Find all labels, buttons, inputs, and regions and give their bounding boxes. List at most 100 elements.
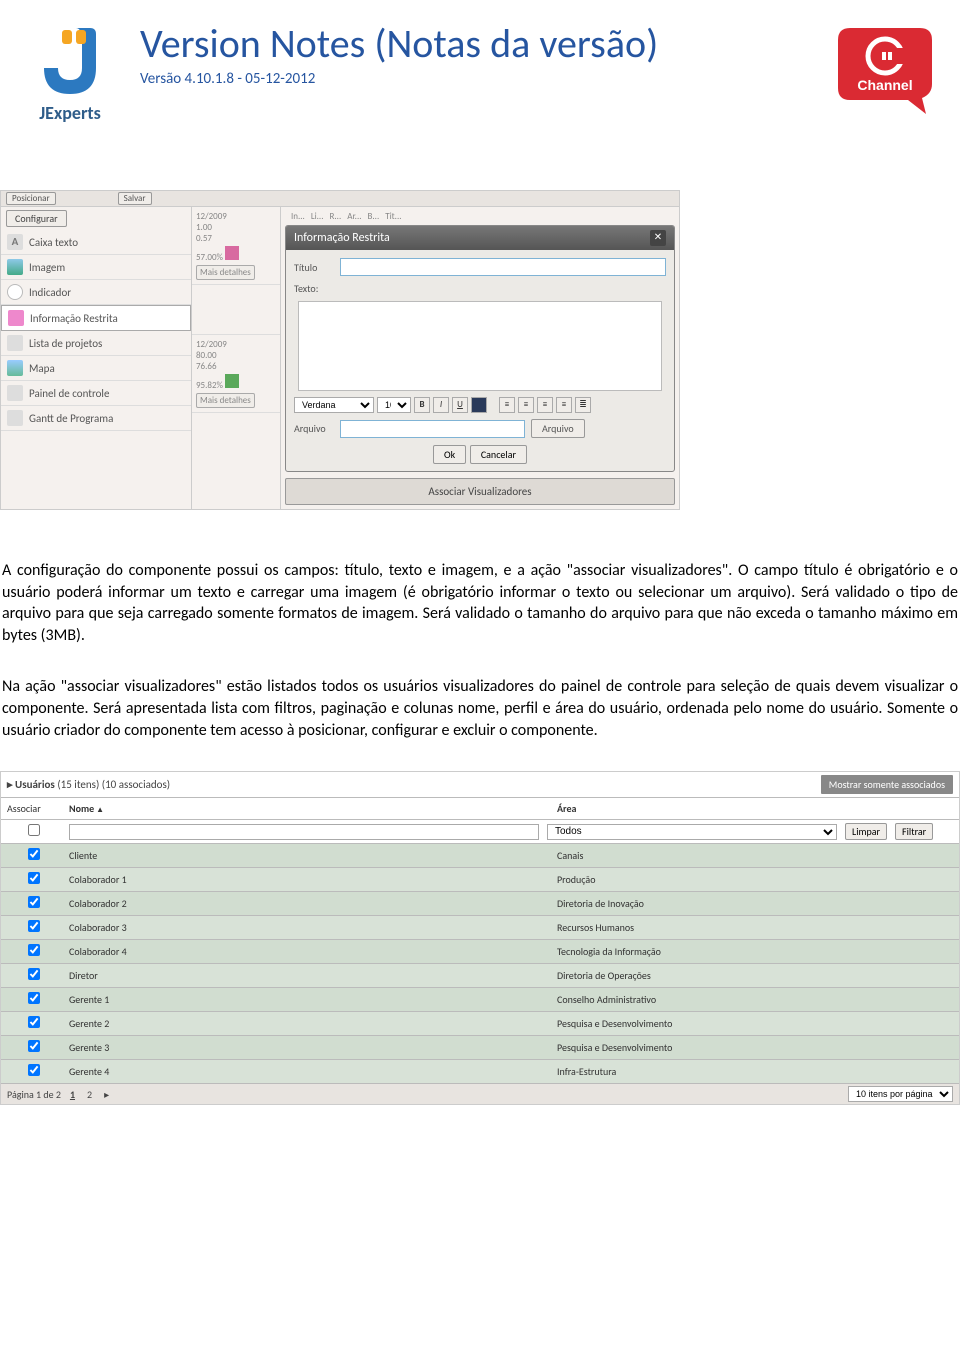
align-center-button[interactable]: ≡ [518, 397, 534, 413]
arquivo-input[interactable] [340, 420, 525, 438]
table-row: ClienteCanais [1, 844, 959, 868]
table-row: Colaborador 2 Diretoria de Inovação [1, 892, 959, 916]
sidebar-item-label: Imagem [29, 261, 65, 274]
tab[interactable]: Tit... [385, 211, 401, 225]
sidebar-item-indicador[interactable]: Indicador [1, 280, 191, 305]
filtrar-button[interactable]: Filtrar [895, 823, 933, 840]
date-value: 12/2009 [196, 339, 276, 350]
users-counts: (15 itens) (10 associados) [57, 778, 170, 791]
user-name: Colaborador 2 [69, 897, 549, 910]
font-select[interactable]: Verdana [294, 397, 374, 413]
sidebar-item-imagem[interactable]: Imagem [1, 255, 191, 280]
user-name: Colaborador 1 [69, 873, 549, 886]
assoc-checkbox[interactable] [28, 944, 40, 956]
user-area: Recursos Humanos [557, 921, 953, 934]
pagination-text: Página 1 de 2 [7, 1088, 61, 1101]
tab[interactable]: R... [329, 211, 341, 225]
metric-value: 1.00 [196, 222, 276, 233]
underline-button[interactable]: U [452, 397, 468, 413]
sidebar-item-informacao-restrita[interactable]: Informação Restrita [1, 305, 191, 331]
page-2-link[interactable]: 2 [84, 1088, 95, 1101]
sidebar-item-lista-projetos[interactable]: Lista de projetos [1, 331, 191, 356]
titulo-label: Título [294, 261, 340, 274]
assoc-checkbox[interactable] [28, 1064, 40, 1076]
color-button[interactable] [471, 397, 487, 413]
assoc-checkbox[interactable] [28, 872, 40, 884]
user-area: Produção [557, 873, 953, 886]
body-paragraph-1: A configuração do componente possui os c… [0, 560, 960, 646]
assoc-checkbox[interactable] [28, 1016, 40, 1028]
table-row: Gerente 1Conselho Administrativo [1, 988, 959, 1012]
list-button[interactable]: ≣ [575, 397, 591, 413]
show-associated-button[interactable]: Mostrar somente associados [821, 775, 953, 794]
next-page-icon[interactable]: ▸ [101, 1088, 112, 1101]
salvar-button[interactable]: Salvar [118, 192, 152, 205]
col-header-area[interactable]: Área [557, 802, 953, 815]
close-icon[interactable]: ✕ [650, 230, 666, 246]
size-select[interactable]: 10 [377, 397, 411, 413]
per-page-select[interactable]: 10 itens por página [848, 1086, 953, 1102]
assoc-checkbox[interactable] [28, 1040, 40, 1052]
align-right-button[interactable]: ≡ [537, 397, 553, 413]
name-filter-input[interactable] [69, 824, 539, 840]
user-area: Conselho Administrativo [557, 993, 953, 1006]
ok-button[interactable]: Ok [433, 445, 466, 464]
table-row: Gerente 2Pesquisa e Desenvolvimento [1, 1012, 959, 1036]
arquivo-label: Arquivo [294, 422, 340, 435]
details-button[interactable]: Mais detalhes [196, 265, 255, 280]
status-color [225, 246, 239, 260]
table-row: Colaborador 3Recursos Humanos [1, 916, 959, 940]
dialog-title: Informação Restrita [294, 231, 390, 245]
align-left-button[interactable]: ≡ [499, 397, 515, 413]
j-icon [28, 20, 112, 104]
channel-logo: Channel [830, 20, 940, 120]
user-name: Colaborador 4 [69, 945, 549, 958]
tab[interactable]: Li... [311, 211, 324, 225]
assoc-checkbox[interactable] [28, 968, 40, 980]
metric-value: 76.66 [196, 361, 276, 372]
assoc-checkbox[interactable] [28, 920, 40, 932]
text-icon: A [7, 234, 23, 250]
sidebar-item-gantt[interactable]: Gantt de Programa [1, 406, 191, 431]
dialog-tabs: In... Li... R... Ar... B... Tit... [285, 211, 675, 225]
posicionar-button[interactable]: Posicionar [6, 192, 56, 205]
sidebar-item-painel-controle[interactable]: Painel de controle [1, 381, 191, 406]
sidebar-item-label: Gantt de Programa [29, 412, 113, 425]
assoc-checkbox[interactable] [28, 896, 40, 908]
col-header-associar[interactable]: Associar [7, 802, 61, 815]
user-area: Pesquisa e Desenvolvimento [557, 1017, 953, 1030]
user-area: Diretoria de Inovação [557, 897, 953, 910]
configurar-button[interactable]: Configurar [6, 210, 67, 227]
sidebar-item-caixa-texto[interactable]: ACaixa texto [1, 230, 191, 255]
bold-button[interactable]: B [414, 397, 430, 413]
page-1-link[interactable]: 1 [67, 1088, 78, 1101]
sidebar-item-label: Informação Restrita [30, 312, 118, 325]
table-row: DiretorDiretoria de Operações [1, 964, 959, 988]
user-area: Canais [557, 849, 953, 862]
table-row: Colaborador 1 Produção [1, 868, 959, 892]
limpar-button[interactable]: Limpar [845, 823, 887, 840]
arquivo-button[interactable]: Arquivo [531, 419, 585, 438]
tab[interactable]: In... [291, 211, 305, 225]
indicator-icon [7, 284, 23, 300]
assoc-checkbox[interactable] [28, 848, 40, 860]
tab[interactable]: Ar... [347, 211, 361, 225]
sidebar-item-label: Lista de projetos [29, 337, 102, 350]
area-filter-select[interactable]: Todos [547, 824, 837, 840]
associar-visualizadores-button[interactable]: Associar Visualizadores [285, 478, 675, 505]
metric-value: 0.57 [196, 233, 276, 244]
sidebar-item-mapa[interactable]: Mapa [1, 356, 191, 381]
svg-text:Channel: Channel [857, 77, 912, 93]
align-justify-button[interactable]: ≡ [556, 397, 572, 413]
titulo-input[interactable] [340, 258, 666, 276]
sidebar-item-label: Indicador [29, 286, 71, 299]
texto-textarea[interactable] [298, 301, 662, 391]
italic-button[interactable]: I [433, 397, 449, 413]
sidebar-item-label: Mapa [29, 362, 55, 375]
cancelar-button[interactable]: Cancelar [470, 445, 527, 464]
tab[interactable]: B... [368, 211, 380, 225]
col-header-nome[interactable]: Nome [69, 802, 94, 815]
all-assoc-checkbox[interactable] [28, 824, 40, 836]
details-button[interactable]: Mais detalhes [196, 393, 255, 408]
assoc-checkbox[interactable] [28, 992, 40, 1004]
